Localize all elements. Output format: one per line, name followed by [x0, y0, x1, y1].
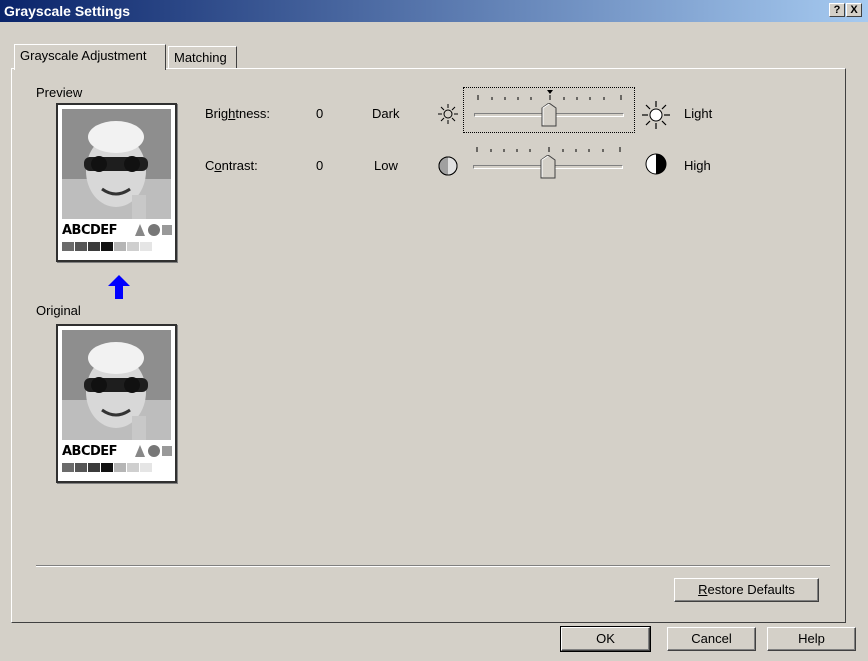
restore-defaults-button[interactable]: Restore Defaults: [674, 578, 819, 602]
tab-grayscale-adjustment[interactable]: Grayscale Adjustment: [14, 44, 166, 70]
preview-label: Preview: [36, 85, 83, 100]
cancel-button[interactable]: Cancel: [667, 627, 756, 651]
low-contrast-icon: [438, 156, 458, 176]
contrast-max-label: High: [684, 158, 711, 173]
help-button[interactable]: Help: [767, 627, 856, 651]
original-label: Original: [36, 303, 81, 318]
ok-button[interactable]: OK: [560, 626, 651, 652]
brightness-label: Brightness:: [205, 106, 271, 121]
shapes-icon: [135, 224, 172, 236]
brightness-max-label: Light: [684, 106, 713, 121]
contrast-label: Contrast:: [205, 158, 258, 173]
up-arrow-icon: [108, 275, 130, 299]
brightness-min-label: Dark: [372, 106, 400, 121]
shapes-icon: [135, 445, 172, 457]
original-photo: [62, 330, 171, 440]
preview-photo: [62, 109, 171, 219]
close-title-button[interactable]: X: [846, 3, 862, 17]
original-swatches: [62, 463, 153, 472]
separator: [36, 565, 830, 567]
original-thumbnail: ABCDEF: [56, 324, 177, 483]
brightness-value: 0: [316, 106, 324, 121]
contrast-slider[interactable]: [463, 140, 635, 186]
dim-sun-icon: [438, 104, 458, 124]
window-title: Grayscale Settings: [4, 3, 131, 19]
title-bar: Grayscale Settings ? X: [0, 0, 868, 22]
preview-thumbnail: ABCDEF: [56, 103, 177, 262]
tab-matching[interactable]: Matching: [168, 46, 237, 68]
help-title-button[interactable]: ?: [829, 3, 845, 17]
preview-swatches: [62, 242, 153, 251]
original-sample-text: ABCDEF: [62, 444, 118, 459]
contrast-min-label: Low: [374, 158, 398, 173]
contrast-value: 0: [316, 158, 324, 173]
bright-sun-icon: [642, 101, 670, 129]
high-contrast-icon: [645, 153, 667, 175]
brightness-slider-thumb[interactable]: [541, 103, 557, 127]
brightness-slider[interactable]: [463, 87, 635, 133]
contrast-slider-thumb[interactable]: [540, 155, 556, 179]
preview-sample-text: ABCDEF: [62, 223, 118, 238]
